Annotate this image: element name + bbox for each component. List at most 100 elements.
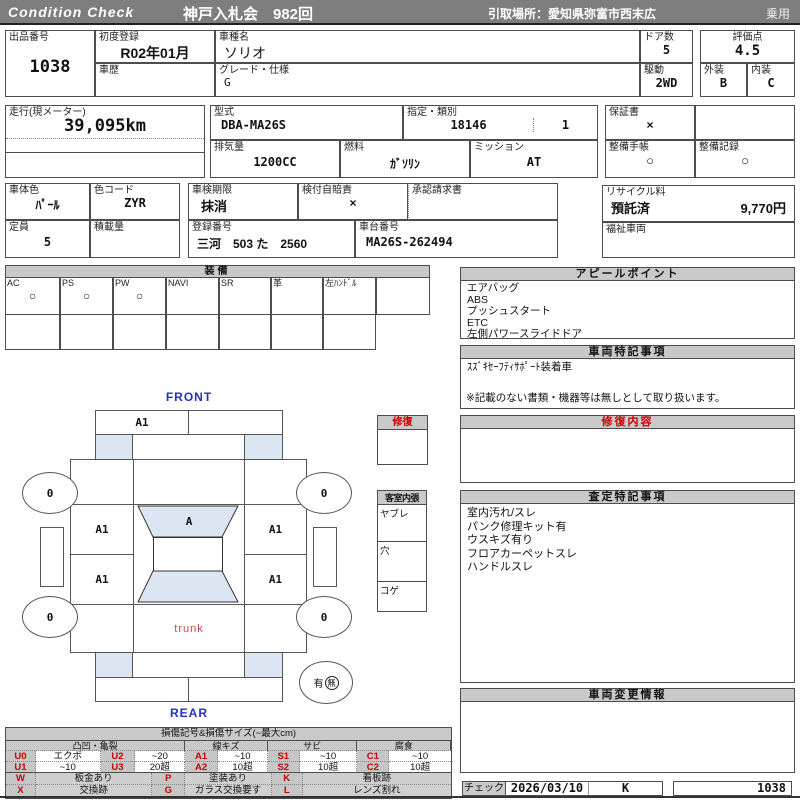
displacement-label: 排気量 [211,141,339,153]
equipment-empty-cell [113,314,166,350]
score-label: 評価点 [701,31,794,43]
body-color-cell: 車体色 ﾊﾟｰﾙ [5,183,90,220]
equipment-empty-cell [5,314,60,350]
model-code-value: DBA-MA26S [211,118,402,132]
registration-number-value: 三河 503 た 2560 [189,235,354,252]
warranty-label: 保証書 [606,106,694,118]
left-front-door: A1 [70,504,134,555]
equipment-empty-cell [166,314,219,350]
recycle-fee-value: 9,770円 [740,198,786,217]
model-name-label: 車種名 [216,31,639,43]
appeal-item: プッシュスタート [467,306,788,318]
interior-grade-label: 内装 [748,64,794,76]
equipment-value-pw: ○ [114,289,165,303]
score-cell: 評価点 4.5 [700,30,795,63]
legend-mark-code: P [152,773,185,785]
rear-corner-right [244,652,283,678]
equipment-value-ps: ○ [61,289,112,303]
cabin-center-column: A [133,504,245,605]
vehicle-note-item: ｽｽﾞｷｾｰﾌﾃｨｻﾎﾟｰﾄ装着車 [467,361,788,373]
legend-code: S1 [268,751,300,762]
diagram-front-label: FRONT [133,390,245,404]
interior-grade-cell: 内装 C [747,63,795,97]
equipment-value-ac: ○ [6,289,59,303]
legend-size: ~20 [135,751,185,762]
equipment-cell-navi: NAVI [166,277,219,315]
displacement-value: 1200CC [211,155,339,169]
appeal-item: エアバッグ [467,283,788,295]
assessment-item: ハンドルスレ [467,561,788,575]
interior-trim-row-burn: コゲ [378,582,426,610]
maintenance-book-label: 整備手帳 [606,141,694,153]
right-side-sill [313,527,337,587]
legend-group-scratch: 線キズ [185,741,268,751]
appeal-item: 左側パワースライドドア [467,329,788,341]
equipment-label-navi: NAVI [167,278,218,289]
repair-flag-box: 修復 [377,415,428,465]
approval-request-cell: 承認請求書 [408,183,558,220]
body-color-value: ﾊﾟｰﾙ [6,196,89,213]
grade-label: グレード・仕様 [216,64,639,76]
vehicle-changes-section: 車両変更情報 [460,688,795,773]
left-front-fender [70,459,134,505]
trunk-label: trunk [134,605,244,652]
interior-trim-row-tear: ヤブレ [378,505,426,542]
fuel-label: 燃料 [341,141,469,153]
transmission-label: ミッション [471,141,597,153]
check-row: チェック 2026/03/10 K [462,781,663,796]
equipment-empty-cell [60,314,113,350]
insurance-label: 検付自賠責 [299,184,407,196]
vehicle-category: 乗用 [766,5,790,22]
repair-flag-header: 修復 [378,416,427,430]
diagram-rear-label: REAR [133,706,245,720]
drive-label: 駆動 [641,64,692,76]
registration-number-label: 登録番号 [189,221,354,233]
history-label: 車歴 [96,64,214,76]
maintenance-book-cell: 整備手帳 ○ [605,140,695,178]
legend-group-rust: サビ [268,741,358,751]
spare-tire-indicator: 有 無 [299,661,353,704]
interior-trim-box: 客室内張 ヤブレ 穴 コゲ [377,490,427,612]
right-front-door: A1 [244,504,307,555]
grade-value: G [216,76,639,89]
front-panel-center [132,434,245,460]
welfare-vehicle-label: 福祉車両 [603,223,794,235]
capacity-label: 定員 [6,221,89,233]
mileage-inner: 走行(現メーター) 39,095km [6,106,204,139]
registration-number-cell: 登録番号 三河 503 た 2560 [188,220,355,258]
front-bumper-left: A1 [95,410,189,435]
welfare-vehicle-cell: 福祉車両 [602,222,795,258]
transmission-cell: ミッション AT [470,140,598,178]
legend-code: A1 [185,751,218,762]
fuel-cell: 燃料 ｶﾞｿﾘﾝ [340,140,470,178]
inspection-label: 車検期限 [189,184,297,196]
repair-marks-legend-table: W 板金あり P 塗装あり K 看板跡 X 交換跡 G ガラス交換要す L レン… [5,772,452,799]
brand-logo: Condition Check [8,4,134,20]
body-color-label: 車体色 [6,184,89,196]
assessment-item: フロアカーペットスレ [467,548,788,562]
spare-none-label: 無 [325,676,339,690]
front-right-tire: 0 [296,472,352,514]
lot-number-label: 出品番号 [6,31,94,43]
repair-details-section: 修復内容 [460,415,795,483]
roof-panel [153,537,223,572]
front-bumper-right [188,410,283,435]
assessment-notes-header: 査定特記事項 [461,491,794,504]
legend-mark-desc: 塗装あり [185,773,272,785]
first-registration-value: R02年01月 [96,43,214,63]
pickup-location: 引取場所：愛知県弥富市西末広 [488,5,656,22]
equipment-cell-leather: 革 [271,277,323,315]
class-cell: 指定・類別 18146 1 [403,105,598,140]
rear-corner-left [95,652,133,678]
check-label: チェック [463,782,506,795]
drive-cell: 駆動 2WD [640,63,693,97]
capacity-value: 5 [6,235,89,249]
legend-mark-code: W [6,773,36,785]
vehicle-changes-header: 車両変更情報 [461,689,794,702]
recycle-fee-label: リサイクル料 [603,186,794,198]
left-rear-door: A1 [70,554,134,605]
interior-trim-header: 客室内張 [378,491,426,505]
appeal-points-section: アピールポイント エアバッグ ABS プッシュスタート ETC 左側パワースライ… [460,267,795,339]
left-front-door-mark: A1 [71,505,133,554]
doors-value: 5 [641,43,692,57]
